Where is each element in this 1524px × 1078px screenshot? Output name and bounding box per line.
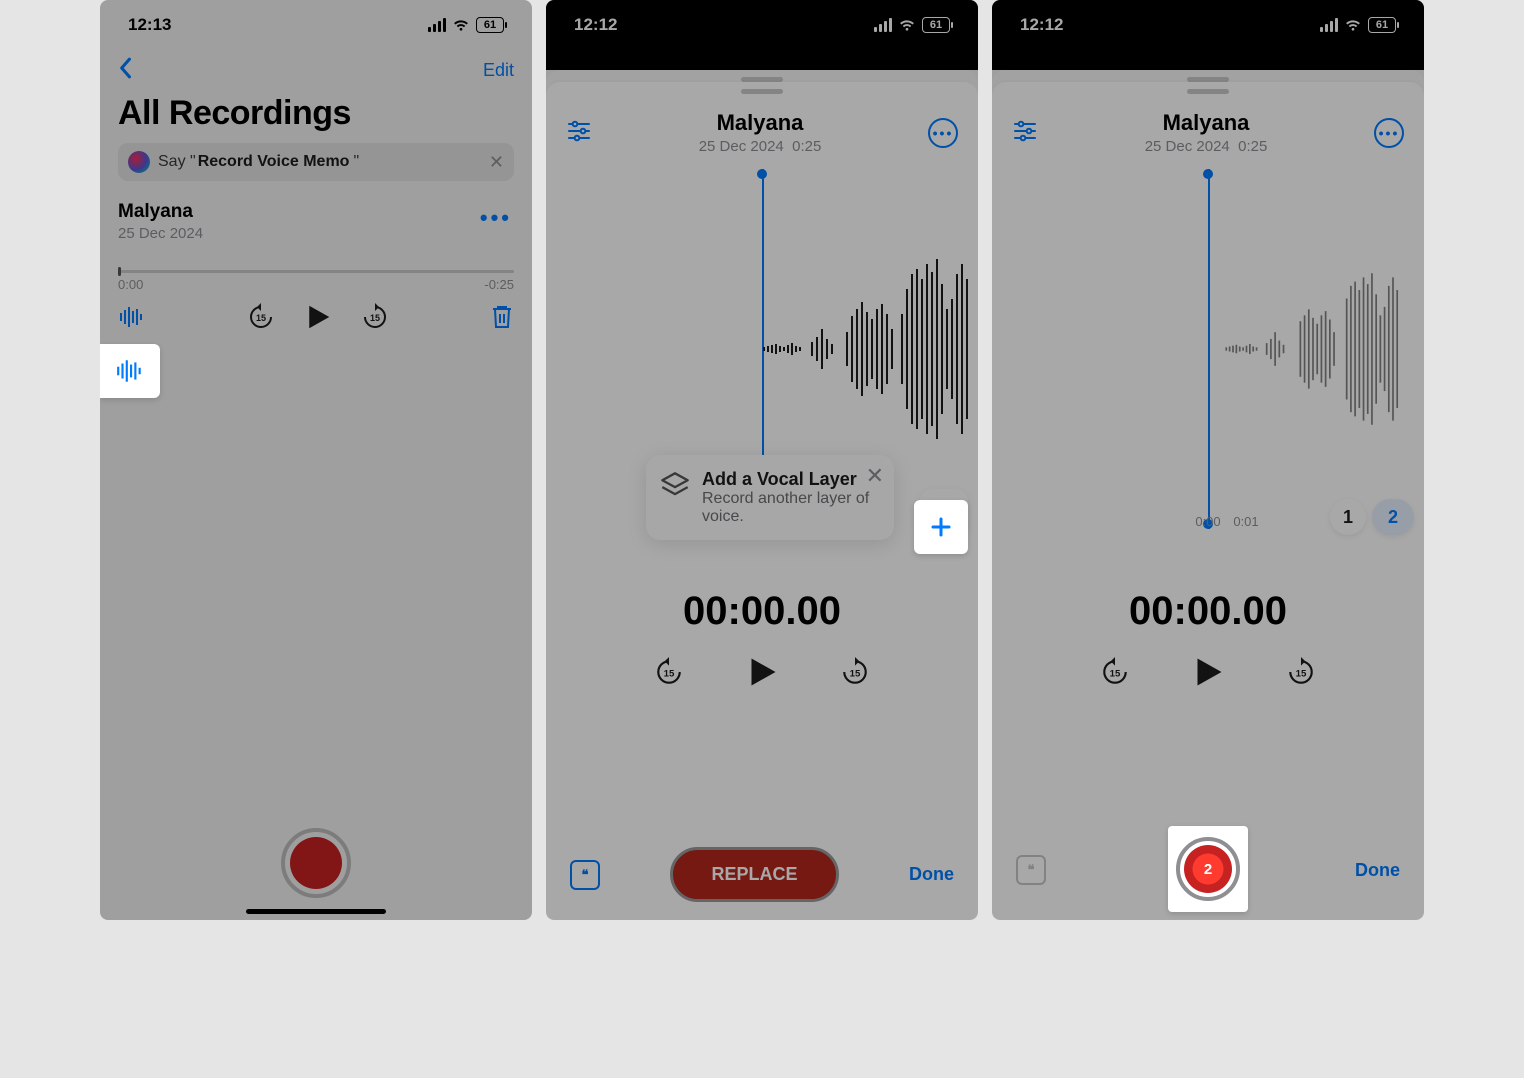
- play-button[interactable]: [303, 302, 333, 337]
- skip-back-15-button[interactable]: 15: [654, 657, 684, 692]
- time-label-0: 0:00: [1195, 514, 1220, 529]
- cellular-icon: [874, 18, 892, 32]
- waveform-edit-button[interactable]: [118, 303, 146, 336]
- scrub-start: 0:00: [118, 277, 143, 292]
- highlight-record-layer-button: 2: [1168, 826, 1248, 912]
- battery-icon: 61: [476, 17, 504, 33]
- phone-screen-all-recordings: 12:13 61 Edit All Recordings Say " Recor…: [100, 0, 532, 920]
- delete-button[interactable]: [490, 303, 514, 336]
- status-time: 12:12: [574, 15, 617, 35]
- wifi-icon: [1344, 14, 1362, 37]
- skip-forward-15-button[interactable]: 15: [361, 303, 389, 336]
- highlight-waveform-button: [100, 344, 160, 398]
- recording-name[interactable]: Malyana: [1038, 110, 1374, 136]
- playhead-handle-top[interactable]: [1203, 169, 1213, 179]
- timeline-labels: 0:00 0:01: [992, 514, 1424, 529]
- tooltip-close-icon[interactable]: ✕: [866, 463, 884, 489]
- status-right: 61: [1320, 14, 1396, 37]
- playback-settings-button[interactable]: [1012, 117, 1038, 148]
- status-right: 61: [428, 14, 504, 37]
- transcript-button[interactable]: ❝: [1016, 855, 1046, 885]
- skip-forward-15-button[interactable]: 15: [840, 657, 870, 692]
- back-button[interactable]: [118, 57, 132, 84]
- page-title: All Recordings: [100, 90, 532, 143]
- siri-suggestion[interactable]: Say " Record Voice Memo " ✕: [118, 143, 514, 181]
- home-indicator[interactable]: [246, 909, 386, 914]
- more-options-icon[interactable]: •••: [480, 205, 512, 231]
- svg-text:15: 15: [256, 313, 266, 323]
- wifi-icon: [452, 14, 470, 37]
- svg-text:15: 15: [1110, 668, 1121, 679]
- status-bar: 12:12 61: [992, 0, 1424, 50]
- done-button[interactable]: Done: [909, 864, 954, 885]
- cellular-icon: [1320, 18, 1338, 32]
- waveform-area[interactable]: 1 2 0:00 0:01: [992, 169, 1424, 529]
- more-menu-button[interactable]: •••: [1374, 118, 1404, 148]
- phone-screen-editor-layers: 12:12 61 Malyana 25 Dec 2024 0:25 •••: [992, 0, 1424, 920]
- play-button[interactable]: [1190, 654, 1226, 695]
- playhead-handle-top[interactable]: [757, 169, 767, 179]
- record-button[interactable]: [281, 828, 351, 898]
- cellular-icon: [428, 18, 446, 32]
- status-bar: 12:12 61: [546, 0, 978, 50]
- edit-button[interactable]: Edit: [483, 60, 514, 81]
- recording-meta: 25 Dec 2024 0:25: [1038, 138, 1374, 155]
- waveform-icon: [762, 254, 972, 444]
- phone-screen-editor-tooltip: 12:12 61 Malyana 25 Dec 2024 0:25 •••: [546, 0, 978, 920]
- siri-suffix: ": [353, 153, 359, 171]
- recording-title: Malyana: [118, 201, 514, 223]
- siri-icon: [128, 151, 150, 173]
- recording-meta: 25 Dec 2024 0:25: [592, 138, 928, 155]
- battery-icon: 61: [1368, 17, 1396, 33]
- timer-display: 00:00.00: [1129, 589, 1287, 634]
- recording-date: 25 Dec 2024: [118, 225, 514, 242]
- nav-bar: Edit: [100, 50, 532, 90]
- svg-text:15: 15: [370, 313, 380, 323]
- status-bar: 12:13 61: [100, 0, 532, 50]
- siri-prefix: Say ": [158, 153, 196, 171]
- siri-phrase: Record Voice Memo: [198, 153, 350, 171]
- status-right: 61: [874, 14, 950, 37]
- svg-text:15: 15: [664, 668, 675, 679]
- tooltip-title: Add a Vocal Layer: [702, 469, 880, 490]
- highlight-add-layer-button: [914, 500, 968, 554]
- status-time: 12:13: [128, 15, 171, 35]
- play-button[interactable]: [744, 654, 780, 695]
- waveform-area[interactable]: Add a Vocal Layer Record another layer o…: [546, 169, 978, 529]
- recording-list-item[interactable]: Malyana 25 Dec 2024 •••: [100, 195, 532, 242]
- done-button[interactable]: Done: [1355, 860, 1400, 881]
- svg-text:15: 15: [850, 668, 861, 679]
- transcript-button[interactable]: ❝: [570, 860, 600, 890]
- skip-back-15-button[interactable]: 15: [247, 303, 275, 336]
- scrub-end: -0:25: [484, 277, 514, 292]
- playback-settings-button[interactable]: [566, 117, 592, 148]
- more-menu-button[interactable]: •••: [928, 118, 958, 148]
- siri-close-icon[interactable]: ✕: [489, 152, 504, 173]
- tooltip-subtitle: Record another layer of voice.: [702, 490, 880, 526]
- battery-icon: 61: [922, 17, 950, 33]
- timer-display: 00:00.00: [683, 589, 841, 634]
- waveform-icon: [1208, 269, 1418, 429]
- status-time: 12:12: [1020, 15, 1063, 35]
- skip-back-15-button[interactable]: 15: [1100, 657, 1130, 692]
- replace-button[interactable]: REPLACE: [670, 847, 838, 902]
- skip-forward-15-button[interactable]: 15: [1286, 657, 1316, 692]
- recording-name[interactable]: Malyana: [592, 110, 928, 136]
- time-label-1: 0:01: [1233, 514, 1258, 529]
- svg-text:15: 15: [1296, 668, 1307, 679]
- layers-icon: [660, 471, 690, 501]
- wifi-icon: [898, 14, 916, 37]
- scrub-labels: 0:00 -0:25: [100, 277, 532, 292]
- add-layer-tooltip: Add a Vocal Layer Record another layer o…: [646, 455, 894, 540]
- playback-scrubber[interactable]: [118, 270, 514, 273]
